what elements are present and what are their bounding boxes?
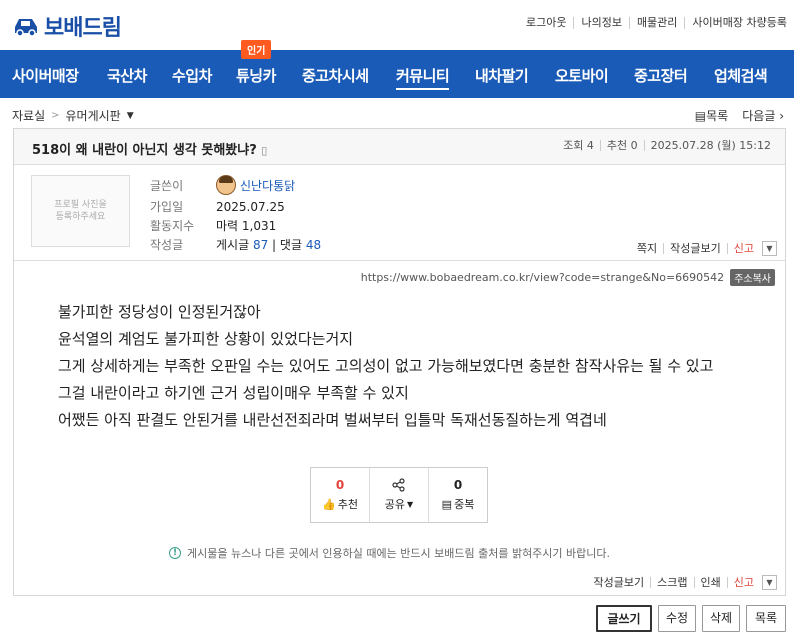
view-posts-link[interactable]: 작성글보기 — [663, 243, 727, 254]
chevron-right-icon: › — [779, 109, 784, 123]
chevron-down-icon[interactable]: ▼ — [762, 241, 777, 256]
car-logo-icon — [15, 19, 37, 37]
write-button[interactable]: 글쓰기 — [596, 605, 652, 632]
post-line: 그게 상세하게는 부족한 오판일 수는 있어도 고의성이 없고 가능해보였다면 … — [58, 357, 714, 375]
author-actions: 쪽지 작성글보기 신고 ▼ — [631, 241, 777, 256]
post-container: 518이 왜 내란이 아닌지 생각 못해봤냐? ▯ 조회 4 추천 0 2025… — [13, 128, 786, 596]
thumbs-up-icon: 👍 — [322, 497, 336, 511]
info-icon: ! — [169, 547, 181, 559]
list-link[interactable]: ▤목록 — [695, 107, 728, 124]
report-link[interactable]: 신고 — [726, 243, 760, 254]
print-link[interactable]: 인쇄 — [693, 577, 727, 588]
nav-item-sell-car[interactable]: 내차팔기 — [475, 65, 529, 86]
joined-row: 가입일 2025.07.25 — [150, 199, 285, 215]
view-posts-link[interactable]: 작성글보기 — [588, 577, 651, 588]
list-button[interactable]: 목록 — [746, 605, 786, 632]
scrap-link[interactable]: 스크랩 — [650, 577, 693, 588]
duplicate-number: 0 — [453, 478, 463, 492]
breadcrumb-section[interactable]: 자료실 — [12, 107, 45, 124]
nav-item-tuning[interactable]: 튜닝카 — [236, 65, 276, 86]
share-icon — [392, 478, 405, 492]
edit-button[interactable]: 수정 — [658, 605, 696, 632]
post-meta: 조회 4 추천 0 2025.07.28 (월) 15:12 — [557, 140, 777, 151]
joined-date: 2025.07.25 — [216, 199, 285, 214]
duplicate-button[interactable]: 0 ▤ 중복 — [428, 468, 487, 522]
nav-item-marketplace[interactable]: 중고장터 — [634, 65, 688, 86]
writer-row: 글쓴이 신난다통닭 — [150, 175, 295, 195]
share-button[interactable]: 공유 ▼ — [369, 468, 428, 522]
user-face-icon — [216, 175, 236, 195]
nav-item-motorcycle[interactable]: 오토바이 — [555, 65, 609, 86]
main-nav: 사이버매장 국산차 수입차 튜닝카 중고차시세 커뮤니티 내차팔기 오토바이 중… — [0, 50, 794, 98]
post-line: 그걸 내란이라고 하기엔 근거 성립이매우 부족할 수 있지 — [58, 384, 409, 402]
my-info-link[interactable]: 나의정보 — [573, 17, 628, 29]
post-body: 불가피한 정당성이 인정된거잖아 윤석열의 계엄도 불가피한 상황이 있었다는거… — [58, 299, 713, 434]
nav-item-domestic[interactable]: 국산차 — [107, 65, 147, 86]
avatar: 프로필 사진을 등록하주세요 — [31, 175, 130, 247]
breadcrumb: 자료실 > 유머게시판 ▼ — [12, 107, 134, 124]
nav-item-business-search[interactable]: 업체검색 — [714, 65, 768, 86]
posts-row: 작성글 게시글 87 | 댓글 48 — [150, 237, 322, 253]
list-icon: ▤ — [694, 109, 707, 123]
chevron-right-icon: > — [51, 110, 60, 121]
post-nav: ▤목록 다음글 › — [695, 107, 784, 124]
activity-value: 마력 1,031 — [216, 219, 277, 233]
post-line: 불가피한 정당성이 인정된거잖아 — [58, 303, 261, 321]
listing-manage-link[interactable]: 매물관리 — [628, 17, 684, 29]
nav-item-import[interactable]: 수입차 — [172, 65, 212, 86]
activity-row: 활동지수 마력 1,031 — [150, 219, 277, 233]
report-link[interactable]: 신고 — [726, 577, 760, 588]
bottom-actions: 작성글보기 스크랩 인쇄 신고 ▼ — [588, 575, 777, 590]
post-line: 어쨌든 아직 판결도 안된거를 내란선전죄라며 벌써부터 입틀막 독재선동질하는… — [58, 411, 607, 429]
chevron-down-icon[interactable]: ▼ — [762, 575, 777, 590]
recommend-count: 추천 0 — [599, 140, 644, 151]
nav-item-community[interactable]: 커뮤니티 — [396, 65, 450, 90]
post-title: 518이 왜 내란이 아닌지 생각 못해봤냐? ▯ — [32, 143, 268, 158]
note-link[interactable]: 쪽지 — [631, 243, 663, 254]
author-info: 프로필 사진을 등록하주세요 글쓴이 신난다통닭 가입일 2025.07.25 … — [14, 165, 785, 261]
comment-count[interactable]: 48 — [306, 238, 321, 252]
view-count: 조회 4 — [563, 139, 594, 152]
nav-item-used-price[interactable]: 중고차시세 — [302, 65, 369, 86]
post-line: 윤석열의 계엄도 불가피한 상황이 있었다는거지 — [58, 330, 354, 348]
cyber-store-register-link[interactable]: 사이버매장 차량등록 — [684, 17, 794, 29]
author-name[interactable]: 신난다통닭 — [240, 177, 295, 194]
copy-url-button[interactable]: 주소복사 — [730, 269, 775, 286]
hot-badge: 인기 — [241, 40, 272, 59]
logo-text: 보배드림 — [44, 16, 122, 41]
post-header: 518이 왜 내란이 아닌지 생각 못해봤냐? ▯ 조회 4 추천 0 2025… — [14, 129, 785, 165]
next-post-link[interactable]: 다음글 › — [742, 107, 784, 124]
top-links: 로그아웃 나의정보 매물관리 사이버매장 차량등록 — [519, 17, 794, 29]
post-date: 2025.07.28 (월) 15:12 — [643, 140, 777, 151]
site-logo[interactable]: 보배드림 — [12, 10, 122, 42]
post-url-row: https://www.bobaedream.co.kr/view?code=s… — [361, 269, 775, 286]
delete-button[interactable]: 삭제 — [702, 605, 740, 632]
vote-box: 0 👍 추천 공유 ▼ 0 ▤ 중복 — [310, 467, 488, 523]
recommend-button[interactable]: 0 👍 추천 — [311, 468, 369, 522]
caret-down-icon: ▼ — [407, 499, 414, 509]
nav-item-cyber-store[interactable]: 사이버매장 — [12, 65, 79, 86]
top-bar: 보배드림 로그아웃 나의정보 매물관리 사이버매장 차량등록 — [0, 0, 794, 50]
copyright-notice: ! 게시물을 뉴스나 다른 곳에서 인용하실 때에는 반드시 보배드림 출처를 … — [169, 545, 610, 561]
post-buttons: 글쓰기 수정 삭제 목록 — [596, 605, 786, 632]
post-count[interactable]: 87 — [253, 238, 268, 252]
recommend-number: 0 — [335, 478, 345, 492]
mobile-icon: ▯ — [261, 144, 268, 157]
breadcrumb-board[interactable]: 유머게시판 — [66, 107, 121, 124]
logout-link[interactable]: 로그아웃 — [519, 17, 573, 29]
document-icon: ▤ — [441, 497, 453, 511]
post-url: https://www.bobaedream.co.kr/view?code=s… — [360, 271, 725, 284]
caret-down-icon[interactable]: ▼ — [127, 111, 134, 121]
